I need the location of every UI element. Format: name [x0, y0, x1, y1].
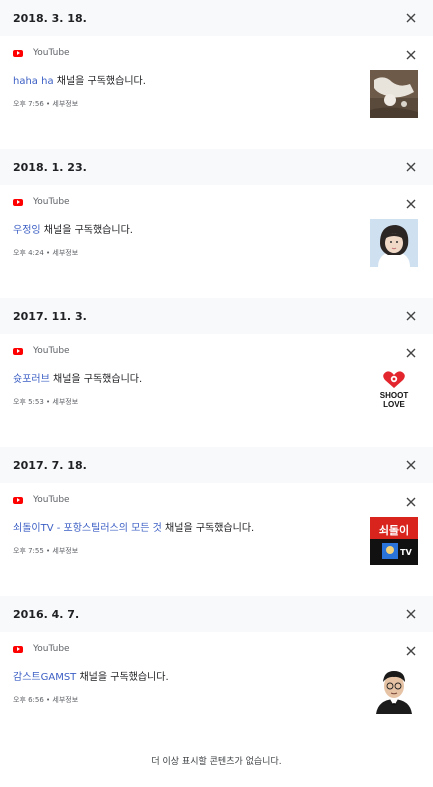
message-text: 채널을 구독했습니다.: [76, 672, 169, 683]
time-details[interactable]: 오후 7:55 • 세부정보: [13, 546, 78, 556]
source-name: YouTube: [33, 644, 70, 654]
logo-text-tv: TV: [400, 548, 412, 557]
date-header: 2018. 3. 18.: [0, 0, 433, 36]
thumbnail[interactable]: [370, 666, 418, 714]
youtube-icon: [13, 347, 23, 355]
activity-group: 2017. 11. 3. YouTube 슛포러브 채널을 구독했습니다. 오후…: [0, 298, 433, 447]
time-details[interactable]: 오후 7:56 • 세부정보: [13, 99, 78, 109]
activity-card: YouTube haha ha 채널을 구독했습니다. 오후 7:56 • 세부…: [0, 36, 433, 149]
date-header: 2017. 7. 18.: [0, 447, 433, 483]
youtube-icon: [13, 49, 23, 57]
close-icon[interactable]: [404, 197, 418, 211]
youtube-icon: [13, 496, 23, 504]
time-details[interactable]: 오후 4:24 • 세부정보: [13, 248, 78, 258]
youtube-icon: [13, 198, 23, 206]
close-icon[interactable]: [404, 48, 418, 62]
activity-card: YouTube 우정잉 채널을 구독했습니다. 오후 4:24 • 세부정보: [0, 185, 433, 298]
source-row: YouTube: [13, 197, 70, 207]
end-of-content-message: 더 이상 표시할 콘텐츠가 없습니다.: [151, 757, 282, 767]
date-label: 2018. 1. 23.: [13, 160, 87, 174]
activity-group: 2016. 4. 7. YouTube 감스트GAMST 채널을 구독했습니다.…: [0, 596, 433, 745]
source-row: YouTube: [13, 48, 70, 58]
thumbnail[interactable]: SHOOT LOVE: [370, 368, 418, 416]
close-icon[interactable]: [404, 11, 418, 25]
channel-link[interactable]: 슛포러브: [13, 374, 50, 385]
date-label: 2017. 11. 3.: [13, 309, 87, 323]
activity-message: 감스트GAMST 채널을 구독했습니다.: [13, 668, 169, 683]
channel-link[interactable]: 우정잉: [13, 225, 41, 236]
time-details[interactable]: 오후 5:53 • 세부정보: [13, 397, 78, 407]
activity-card: YouTube 슛포러브 채널을 구독했습니다. 오후 5:53 • 세부정보 …: [0, 334, 433, 447]
logo-text-shoot: SHOOT: [380, 391, 409, 400]
thumbnail[interactable]: 쇠돌이 TV: [370, 517, 418, 565]
date-label: 2017. 7. 18.: [13, 458, 87, 472]
message-text: 채널을 구독했습니다.: [40, 225, 133, 236]
channel-link[interactable]: 쇠돌이TV - 포항스틸러스의 모든 것: [13, 523, 162, 534]
youtube-icon: [13, 645, 23, 653]
logo-text-soedori: 쇠돌이: [379, 523, 409, 537]
soedori-tv-logo: 쇠돌이 TV: [370, 517, 418, 565]
activity-message: haha ha 채널을 구독했습니다.: [13, 72, 146, 87]
date-header: 2018. 1. 23.: [0, 149, 433, 185]
man-portrait: [370, 666, 418, 714]
thumbnail[interactable]: [370, 70, 418, 118]
date-label: 2016. 4. 7.: [13, 607, 80, 621]
close-icon[interactable]: [404, 495, 418, 509]
close-icon[interactable]: [404, 309, 418, 323]
source-name: YouTube: [33, 346, 70, 356]
source-row: YouTube: [13, 346, 70, 356]
activity-message: 쇠돌이TV - 포항스틸러스의 모든 것 채널을 구독했습니다.: [13, 519, 254, 534]
time-details[interactable]: 오후 6:56 • 세부정보: [13, 695, 78, 705]
activity-list: 2018. 3. 18. YouTube haha ha 채널을 구독했습니다.…: [0, 0, 433, 745]
activity-card: YouTube 감스트GAMST 채널을 구독했습니다. 오후 6:56 • 세…: [0, 632, 433, 745]
thumbnail[interactable]: [370, 219, 418, 267]
activity-group: 2018. 3. 18. YouTube haha ha 채널을 구독했습니다.…: [0, 0, 433, 149]
channel-link[interactable]: haha ha: [13, 76, 54, 87]
activity-message: 슛포러브 채널을 구독했습니다.: [13, 370, 142, 385]
source-name: YouTube: [33, 495, 70, 505]
close-icon[interactable]: [404, 458, 418, 472]
activity-message: 우정잉 채널을 구독했습니다.: [13, 221, 133, 236]
close-icon[interactable]: [404, 346, 418, 360]
date-label: 2018. 3. 18.: [13, 11, 87, 25]
message-text: 채널을 구독했습니다.: [49, 374, 143, 385]
channel-link[interactable]: 감스트GAMST: [13, 672, 76, 683]
close-icon[interactable]: [404, 160, 418, 174]
date-header: 2017. 11. 3.: [0, 298, 433, 334]
woman-avatar: [370, 219, 418, 267]
message-text: 채널을 구독했습니다.: [53, 76, 146, 87]
message-text: 채널을 구독했습니다.: [161, 523, 255, 534]
source-name: YouTube: [33, 197, 70, 207]
close-icon[interactable]: [404, 644, 418, 658]
shoot-for-love-logo: SHOOT LOVE: [370, 368, 418, 416]
source-row: YouTube: [13, 644, 70, 654]
activity-group: 2017. 7. 18. YouTube 쇠돌이TV - 포항스틸러스의 모든 …: [0, 447, 433, 596]
source-name: YouTube: [33, 48, 70, 58]
logo-text-love: LOVE: [383, 400, 405, 409]
source-row: YouTube: [13, 495, 70, 505]
cat-photo: [370, 70, 418, 118]
close-icon[interactable]: [404, 607, 418, 621]
date-header: 2016. 4. 7.: [0, 596, 433, 632]
activity-card: YouTube 쇠돌이TV - 포항스틸러스의 모든 것 채널을 구독했습니다.…: [0, 483, 433, 596]
activity-group: 2018. 1. 23. YouTube 우정잉 채널을 구독했습니다. 오후 …: [0, 149, 433, 298]
